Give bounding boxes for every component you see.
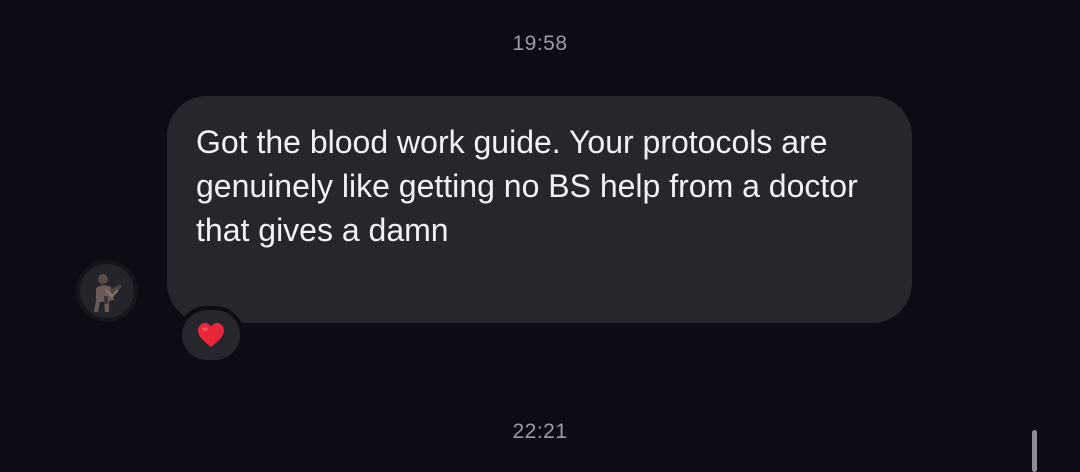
message-timestamp: 22:21 — [512, 420, 568, 443]
heart-reaction[interactable] — [178, 306, 244, 364]
red-heart-icon — [198, 323, 224, 347]
avatar-photo-icon — [76, 260, 138, 322]
message-timestamp: 19:58 — [512, 32, 568, 55]
sender-avatar[interactable] — [76, 260, 138, 322]
scrollbar[interactable] — [1032, 430, 1037, 472]
message-bubble[interactable]: Got the blood work guide. Your protocols… — [167, 96, 912, 323]
message-text: Got the blood work guide. Your protocols… — [196, 124, 858, 248]
